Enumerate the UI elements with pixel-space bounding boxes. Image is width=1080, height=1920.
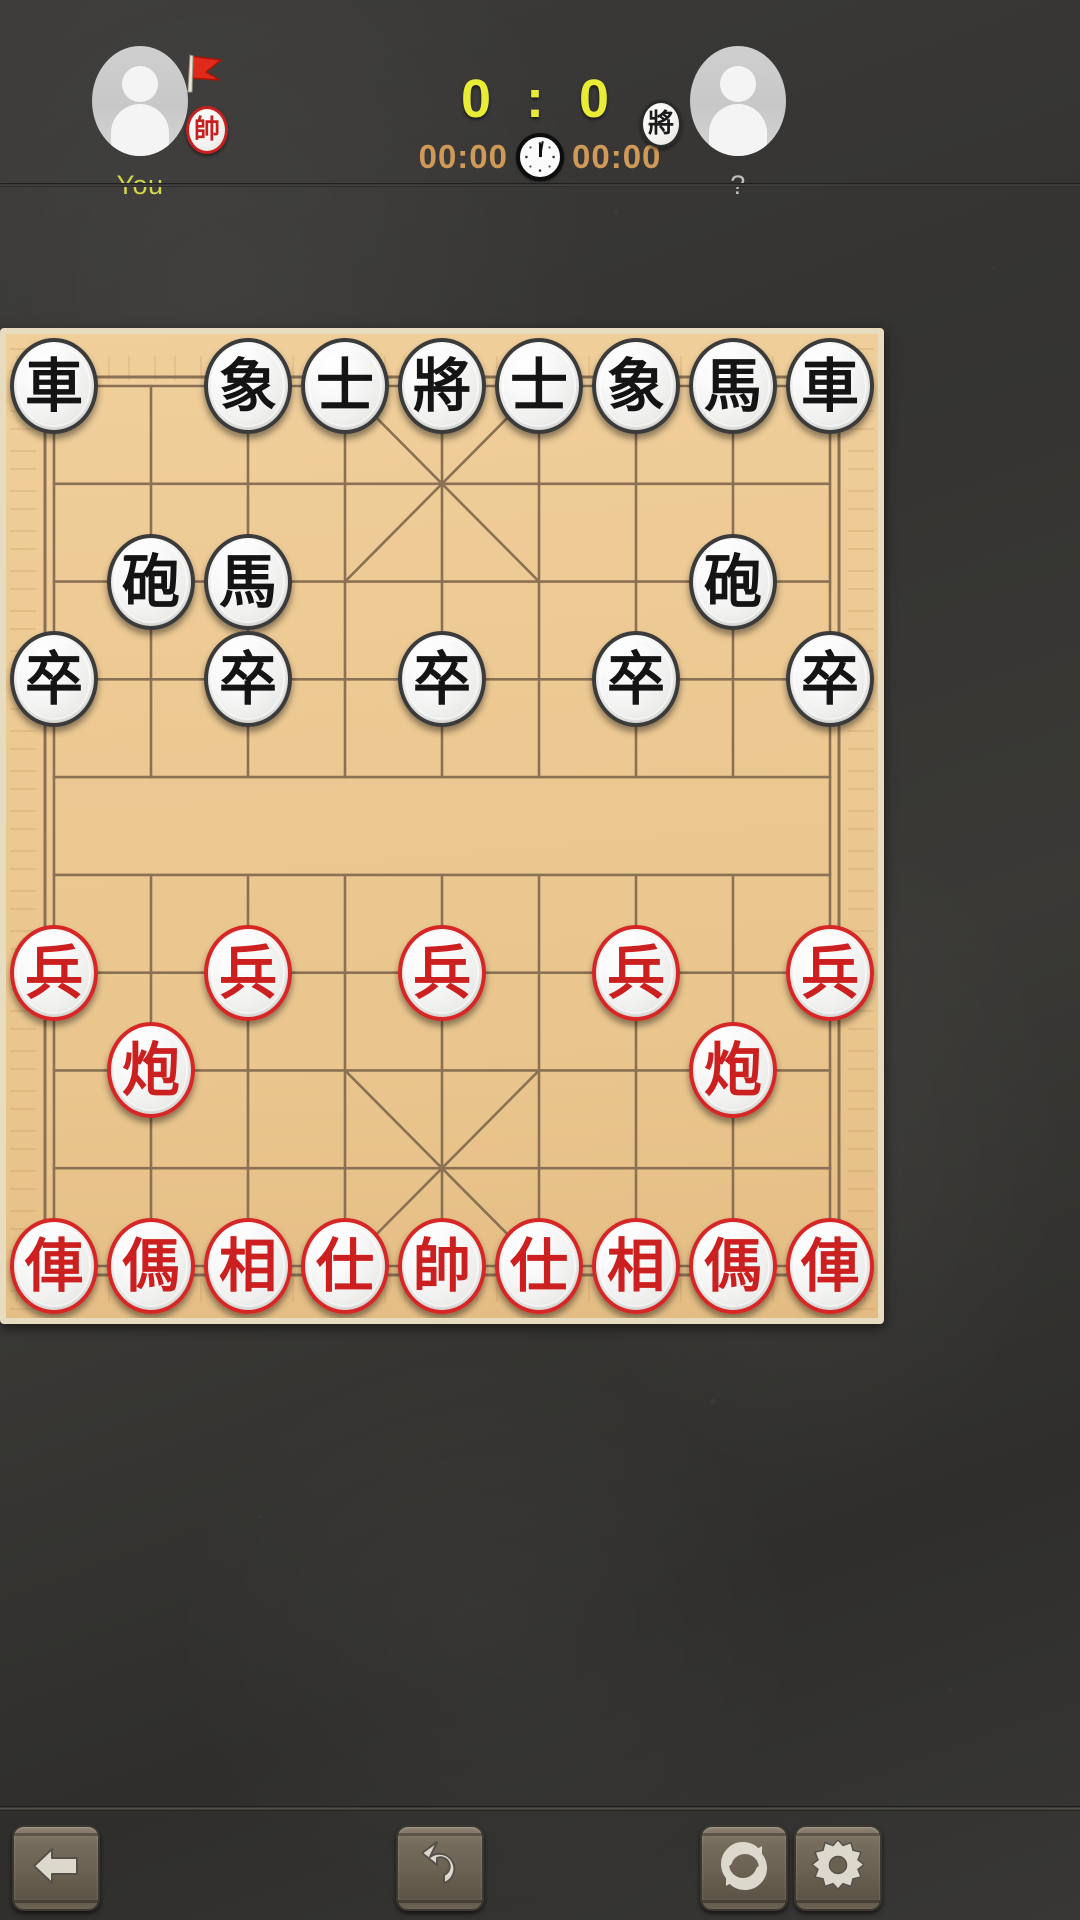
piece-red-帥[interactable]: 帥 [398,1218,486,1314]
game-header: You 帥 0 : 0 00:00 00:00 將 [0,0,1080,200]
piece-red-兵[interactable]: 兵 [204,924,292,1021]
piece-red-相[interactable]: 相 [592,1218,680,1314]
clock-row: 00:00 00:00 [0,133,1080,181]
gear-icon [810,1838,866,1897]
piece-red-俥[interactable]: 俥 [786,1218,874,1314]
left-timer: 00:00 [418,138,508,175]
game-screen: You 帥 0 : 0 00:00 00:00 將 車 象 士 將 士 象 馬 … [0,0,1080,1920]
piece-red-相[interactable]: 相 [204,1218,292,1314]
header-divider [0,183,1080,187]
right-timer: 00:00 [572,138,662,175]
piece-red-兵[interactable]: 兵 [786,924,874,1021]
piece-black-卒[interactable]: 卒 [786,631,874,728]
piece-black-砲[interactable]: 砲 [689,533,777,630]
settings-button[interactable] [794,1825,882,1911]
piece-black-馬[interactable]: 馬 [689,338,777,434]
avatar[interactable] [690,46,786,156]
refresh-circle-icon [718,1840,770,1897]
piece-red-俥[interactable]: 俥 [10,1218,98,1314]
piece-black-象[interactable]: 象 [592,338,680,434]
piece-red-仕[interactable]: 仕 [301,1218,389,1314]
right-player-side-badge: 將 [640,100,682,148]
piece-red-兵[interactable]: 兵 [592,924,680,1021]
piece-red-炮[interactable]: 炮 [107,1022,195,1119]
undo-button[interactable] [396,1825,484,1911]
piece-black-車[interactable]: 車 [786,338,874,434]
board-grid [43,375,841,1277]
bottom-toolbar [0,1811,1080,1920]
piece-black-士[interactable]: 士 [495,338,583,434]
back-button[interactable] [12,1825,100,1911]
piece-black-車[interactable]: 車 [10,338,98,434]
right-player-block[interactable]: ? [690,46,786,200]
piece-red-傌[interactable]: 傌 [107,1218,195,1314]
xiangqi-board[interactable]: 車象士將士象馬車砲馬砲卒卒卒卒卒兵兵兵兵兵炮炮俥傌相仕帥仕相傌俥 [0,328,884,1324]
piece-red-炮[interactable]: 炮 [689,1022,777,1119]
piece-black-卒[interactable]: 卒 [398,631,486,728]
score-display: 0 : 0 [460,69,620,129]
piece-red-兵[interactable]: 兵 [398,924,486,1021]
undo-arrow-icon [414,1839,466,1898]
piece-red-傌[interactable]: 傌 [689,1218,777,1314]
piece-red-兵[interactable]: 兵 [10,924,98,1021]
piece-black-馬[interactable]: 馬 [204,533,292,630]
analog-clock-icon [516,133,564,181]
piece-black-卒[interactable]: 卒 [592,631,680,728]
piece-black-將[interactable]: 將 [398,338,486,434]
piece-red-仕[interactable]: 仕 [495,1218,583,1314]
board-surface[interactable]: 車象士將士象馬車砲馬砲卒卒卒卒卒兵兵兵兵兵炮炮俥傌相仕帥仕相傌俥 [6,334,878,1318]
restart-button[interactable] [700,1825,788,1911]
piece-black-象[interactable]: 象 [204,338,292,434]
piece-black-卒[interactable]: 卒 [204,631,292,728]
piece-black-砲[interactable]: 砲 [107,533,195,630]
piece-black-卒[interactable]: 卒 [10,631,98,728]
arrow-left-icon [30,1843,82,1894]
piece-black-士[interactable]: 士 [301,338,389,434]
